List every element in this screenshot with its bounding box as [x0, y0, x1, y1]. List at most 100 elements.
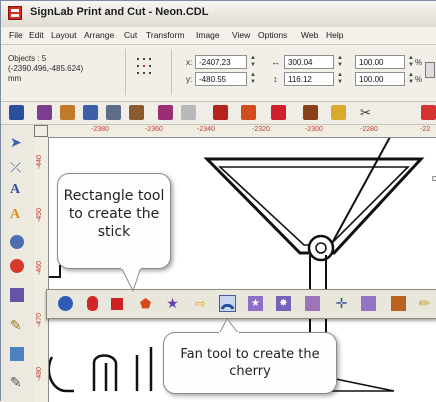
ruler-tick-label: -22 [420, 126, 431, 133]
menu-file[interactable]: File [9, 30, 23, 40]
fan-icon[interactable] [219, 295, 236, 312]
ruler-tick-label: -440 [36, 154, 43, 169]
oval-icon[interactable] [87, 296, 98, 311]
ruler-tick-label: -2340 [197, 126, 215, 133]
pen-tool-icon[interactable]: ✎ [10, 318, 24, 332]
reference-point-icon[interactable] [137, 58, 152, 75]
menu-arrange[interactable]: Arrange [84, 30, 114, 40]
divider [125, 49, 126, 95]
export-icon[interactable] [60, 105, 75, 120]
menu-cut[interactable]: Cut [124, 30, 137, 40]
unit-label: mm [8, 74, 22, 83]
zoom-tool-icon[interactable] [10, 235, 24, 249]
transform-icon[interactable] [213, 105, 228, 120]
menu-transform[interactable]: Transform [146, 30, 184, 40]
ruler-origin[interactable] [34, 125, 48, 137]
starburst-icon[interactable]: ✸ [276, 296, 291, 311]
percent-x-label: % [415, 58, 423, 67]
fan-tool-callout: Fan tool to create the cherry [163, 332, 337, 394]
crosshair-icon[interactable]: ✛ [334, 296, 349, 311]
menu-edit[interactable]: Edit [29, 30, 44, 40]
menu-help[interactable]: Help [326, 30, 343, 40]
blend-tool-icon[interactable] [10, 347, 24, 361]
ruler-tick-label: -2360 [145, 126, 163, 133]
ruler-tick-label: -480 [36, 366, 43, 381]
color-icon[interactable] [241, 105, 256, 120]
texture-icon[interactable] [391, 296, 406, 311]
print-icon[interactable] [83, 105, 98, 120]
app-window: SignLab Print and Cut - Neon.CDL File Ed… [0, 0, 436, 402]
image-icon[interactable] [331, 105, 346, 120]
scale-y-spinner-icon[interactable]: ▲ ▼ [408, 72, 414, 86]
delete-icon[interactable] [421, 105, 436, 120]
scale-x-spinner-icon[interactable]: ▲ ▼ [408, 55, 414, 69]
preview-icon[interactable] [106, 105, 121, 120]
shape-tool-icon[interactable] [10, 259, 24, 273]
scissors-icon[interactable]: ✂ [358, 105, 373, 120]
undo-icon[interactable] [158, 105, 173, 120]
blob-icon[interactable] [305, 296, 320, 311]
rectangle-tool-callout-text: Rectangle tool to create the stick [63, 188, 165, 240]
fan-callout-pointer [218, 319, 240, 334]
pencil-icon[interactable]: ✏ [417, 296, 432, 311]
width-field[interactable]: 300.04 [284, 55, 334, 69]
left-toolbox: ➤ ⤫ A A ✎ ✎ [1, 125, 35, 402]
width-arrow-icon: ↔ [271, 57, 280, 67]
ruler-tick-label: -470 [36, 312, 43, 327]
height-arrow-icon: ↕ [273, 74, 278, 84]
node-tool-icon[interactable]: ⤫ [10, 160, 24, 174]
divider [171, 49, 172, 95]
star-icon[interactable]: ★ [165, 296, 180, 311]
svg-text:D: D [432, 176, 436, 183]
x-spinner-icon[interactable]: ▲ ▼ [250, 55, 256, 69]
rectangle-callout-pointer [120, 267, 142, 293]
layer-icon[interactable] [271, 105, 286, 120]
scale-x-field[interactable]: 100.00 [355, 55, 405, 69]
shape-grid-icon[interactable] [361, 296, 376, 311]
menu-bar: File Edit Layout Arrange Cut Transform I… [1, 27, 436, 45]
menu-layout[interactable]: Layout [51, 30, 77, 40]
shape-tools-flyout: ⬟ ★ ⇨ ★ ✸ ✛ ✏ [46, 289, 436, 319]
menu-web[interactable]: Web [301, 30, 318, 40]
fancy-text-tool-icon[interactable]: A [10, 208, 24, 222]
ruler-tick-label: -2280 [360, 126, 378, 133]
text-tool-icon[interactable]: A [10, 183, 24, 197]
ruler-tick-label: -2380 [91, 126, 109, 133]
import-icon[interactable] [37, 105, 52, 120]
y-spinner-icon[interactable]: ▲ ▼ [250, 72, 256, 86]
vertical-ruler: -440 -450 -460 -470 -480 [34, 137, 49, 402]
star-frame-icon[interactable]: ★ [248, 296, 263, 311]
rectangle-icon[interactable] [111, 298, 123, 310]
width-spinner-icon[interactable]: ▲ ▼ [337, 55, 343, 69]
fill-tool-icon[interactable] [10, 288, 24, 302]
node-edit-icon[interactable] [303, 105, 318, 120]
fan-tool-callout-text: Fan tool to create the cherry [180, 347, 320, 379]
signlab-app-icon [8, 6, 22, 20]
height-field[interactable]: 116.12 [284, 72, 334, 86]
y-position-field[interactable]: -480.55 [195, 72, 247, 86]
window-title: SignLab Print and Cut - Neon.CDL [30, 6, 209, 18]
redo-icon[interactable] [181, 105, 196, 120]
y-label: y: [186, 75, 193, 84]
pentagon-icon[interactable]: ⬟ [138, 296, 153, 311]
object-coordinates: (-2390.496,-485.624) [8, 64, 84, 73]
menu-options[interactable]: Options [258, 30, 287, 40]
x-position-field[interactable]: -2407.23 [195, 55, 247, 69]
pointer-tool-icon[interactable]: ➤ [10, 135, 24, 149]
cut-icon[interactable] [129, 105, 144, 120]
lock-ratio-icon[interactable] [425, 62, 435, 78]
knife-tool-icon[interactable]: ✎ [10, 375, 24, 389]
open-folder-icon[interactable] [9, 105, 24, 120]
height-spinner-icon[interactable]: ▲ ▼ [337, 72, 343, 86]
x-label: x: [186, 58, 193, 67]
menu-view[interactable]: View [232, 30, 250, 40]
ellipse-icon[interactable] [58, 296, 73, 311]
title-bar: SignLab Print and Cut - Neon.CDL [1, 1, 436, 28]
percent-y-label: % [415, 75, 423, 84]
arrow-icon[interactable]: ⇨ [193, 296, 208, 311]
menu-image[interactable]: Image [196, 30, 220, 40]
scale-y-field[interactable]: 100.00 [355, 72, 405, 86]
ruler-tick-label: -2300 [305, 126, 323, 133]
ruler-tick-label: -450 [36, 207, 43, 222]
rectangle-tool-callout: Rectangle tool to create the stick [57, 173, 171, 269]
